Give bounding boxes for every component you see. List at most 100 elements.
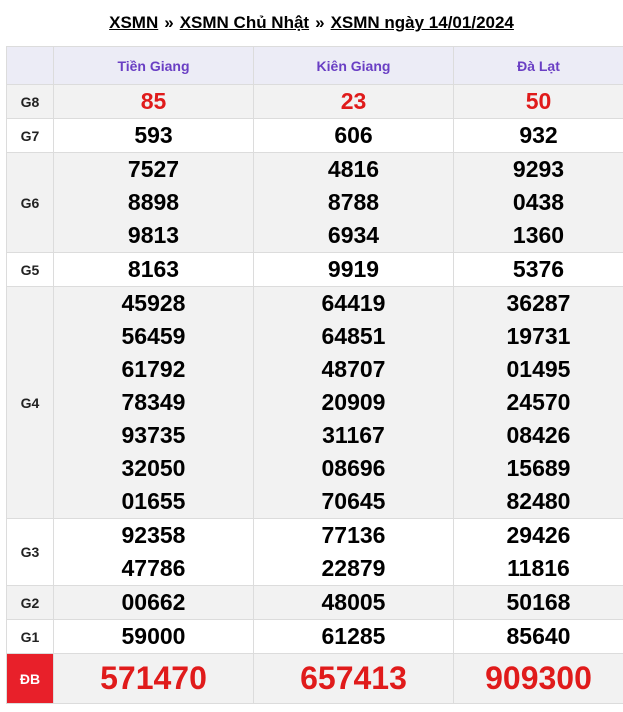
prize-row-g6: G6 7527 8898 9813 4816 8788 6934 9293 0438 1360 (6, 152, 623, 253)
breadcrumb-separator: » (315, 13, 325, 32)
prize-number: 32050 (121, 455, 186, 481)
prize-number: 45928 (121, 290, 186, 316)
prize-number: 85 (140, 88, 167, 114)
breadcrumb-separator: » (164, 13, 174, 32)
prize-cell: 9919 (253, 252, 454, 287)
prize-label: ĐB (6, 653, 54, 704)
prize-cell: 593 (53, 118, 254, 153)
prize-number: 29426 (506, 522, 571, 548)
prize-number: 9919 (327, 256, 380, 282)
prize-number: 8163 (127, 256, 180, 282)
prize-number: 01495 (506, 356, 571, 382)
breadcrumb: XSMN » XSMN Chủ Nhật » XSMN ngày 14/01/2… (0, 0, 623, 46)
breadcrumb-link-xsmn-date[interactable]: XSMN ngày 14/01/2024 (331, 13, 514, 33)
prize-label: G5 (6, 252, 54, 287)
prize-number: 5376 (512, 256, 565, 282)
prize-cell: 50 (453, 84, 623, 119)
prize-number: 36287 (506, 290, 571, 316)
prize-row-g4: G4 45928 56459 61792 78349 93735 32050 01655 644… (6, 286, 623, 519)
prize-number: 82480 (506, 488, 571, 514)
prize-number: 571470 (100, 660, 207, 696)
prize-number: 0438 (512, 189, 565, 215)
prize-cell: 9293 0438 1360 (453, 152, 623, 253)
prize-number: 593 (134, 122, 173, 148)
prize-number: 64851 (321, 323, 386, 349)
prize-number: 48005 (321, 589, 386, 615)
province-header-tien-giang[interactable]: Tiền Giang (53, 46, 254, 85)
prize-cell: 85640 (453, 619, 623, 654)
prize-row-g5: G5 8163 9919 5376 (6, 252, 623, 287)
header-corner-cell (6, 46, 54, 85)
prize-cell: 45928 56459 61792 78349 93735 32050 01655 (53, 286, 254, 519)
prize-number: 50168 (506, 589, 571, 615)
prize-row-g2: G2 00662 48005 50168 (6, 585, 623, 620)
prize-label: G8 (6, 84, 54, 119)
prize-number: 61792 (121, 356, 186, 382)
prize-number: 4816 (327, 156, 380, 182)
prize-cell: 00662 (53, 585, 254, 620)
prize-number: 00662 (121, 589, 186, 615)
prize-cell: 932 (453, 118, 623, 153)
prize-cell: 5376 (453, 252, 623, 287)
prize-number: 85640 (506, 623, 571, 649)
prize-number: 78349 (121, 389, 186, 415)
prize-row-g8: G8 85 23 50 (6, 84, 623, 119)
prize-number: 93735 (121, 422, 186, 448)
prize-cell: 36287 19731 01495 24570 08426 15689 82480 (453, 286, 623, 519)
prize-label: G3 (6, 518, 54, 586)
prize-cell: 29426 11816 (453, 518, 623, 586)
prize-cell: 571470 (53, 653, 254, 704)
prize-number: 8898 (127, 189, 180, 215)
prize-cell: 909300 (453, 653, 623, 704)
breadcrumb-link-xsmn[interactable]: XSMN (109, 13, 158, 33)
prize-cell: 7527 8898 9813 (53, 152, 254, 253)
prize-number: 1360 (512, 222, 565, 248)
province-header-kien-giang[interactable]: Kiên Giang (253, 46, 454, 85)
prize-number: 59000 (121, 623, 186, 649)
prize-label: G7 (6, 118, 54, 153)
prize-row-g3: G3 92358 47786 77136 22879 29426 11816 (6, 518, 623, 586)
prize-number: 7527 (127, 156, 180, 182)
prize-cell: 4816 8788 6934 (253, 152, 454, 253)
prize-cell: 48005 (253, 585, 454, 620)
prize-number: 932 (519, 122, 558, 148)
prize-number: 22879 (321, 555, 386, 581)
prize-number: 6934 (327, 222, 380, 248)
prize-number: 92358 (121, 522, 186, 548)
province-header-row: Tiền Giang Kiên Giang Đà Lạt (6, 46, 623, 85)
prize-number: 47786 (121, 555, 186, 581)
prize-number: 19731 (506, 323, 571, 349)
breadcrumb-link-xsmn-chu-nhat[interactable]: XSMN Chủ Nhật (180, 13, 309, 33)
prize-number: 24570 (506, 389, 571, 415)
prize-number: 9813 (127, 222, 180, 248)
prize-row-g7: G7 593 606 932 (6, 118, 623, 153)
prize-number: 08426 (506, 422, 571, 448)
prize-cell: 85 (53, 84, 254, 119)
prize-cell: 657413 (253, 653, 454, 704)
prize-cell: 64419 64851 48707 20909 31167 08696 70645 (253, 286, 454, 519)
prize-cell: 92358 47786 (53, 518, 254, 586)
prize-cell: 23 (253, 84, 454, 119)
prize-row-db: ĐB 571470 657413 909300 (6, 653, 623, 704)
prize-cell: 77136 22879 (253, 518, 454, 586)
prize-number: 56459 (121, 323, 186, 349)
prize-number: 23 (340, 88, 367, 114)
prize-cell: 59000 (53, 619, 254, 654)
prize-number: 50 (525, 88, 552, 114)
prize-cell: 606 (253, 118, 454, 153)
prize-label: G4 (6, 286, 54, 519)
results-table: Tiền Giang Kiên Giang Đà Lạt G8 85 23 50 G7 5… (6, 46, 623, 704)
prize-number: 20909 (321, 389, 386, 415)
prize-number: 01655 (121, 488, 186, 514)
province-header-da-lat[interactable]: Đà Lạt (453, 46, 623, 85)
prize-number: 15689 (506, 455, 571, 481)
prize-number: 64419 (321, 290, 386, 316)
prize-number: 70645 (321, 488, 386, 514)
prize-number: 11816 (507, 555, 570, 581)
prize-number: 9293 (512, 156, 565, 182)
prize-number: 08696 (321, 455, 386, 481)
prize-cell: 61285 (253, 619, 454, 654)
prize-row-g1: G1 59000 61285 85640 (6, 619, 623, 654)
prize-number: 61285 (321, 623, 386, 649)
prize-label: G2 (6, 585, 54, 620)
